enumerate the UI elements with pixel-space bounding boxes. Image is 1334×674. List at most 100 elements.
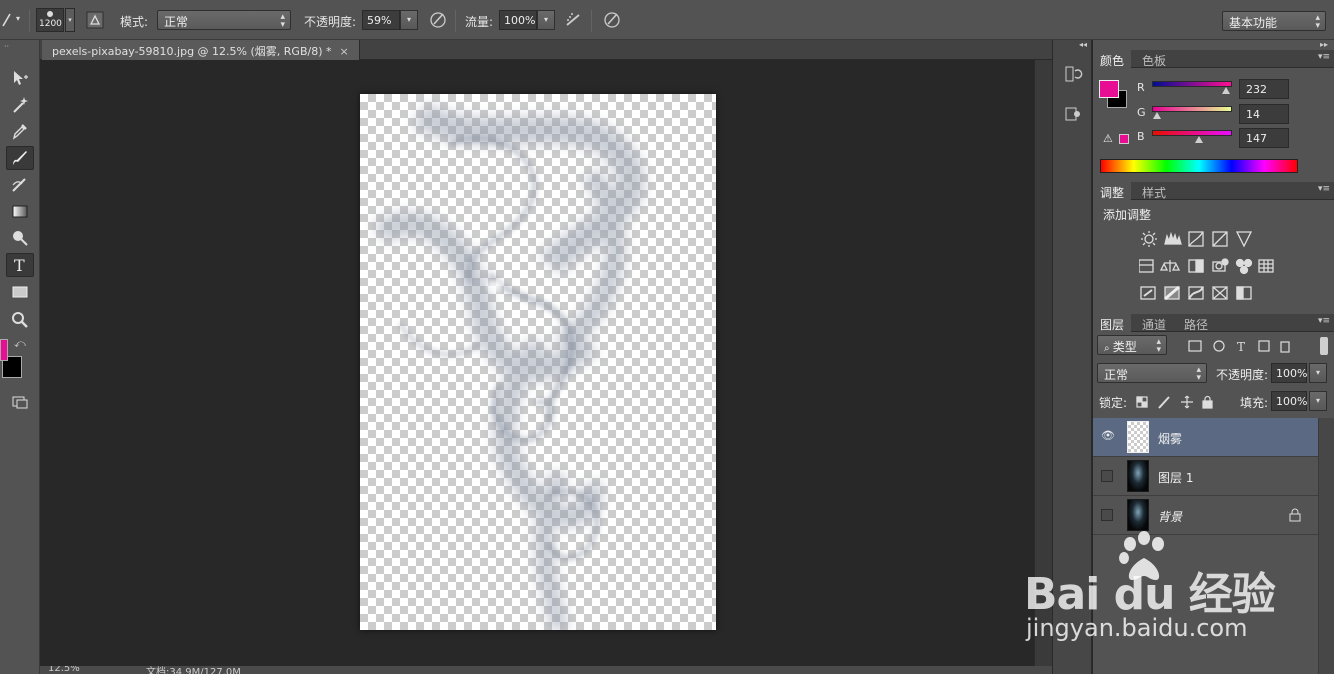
- layer-name[interactable]: 背景: [1158, 508, 1182, 525]
- brush-size-dropdown[interactable]: ▾: [65, 8, 75, 32]
- opacity-dropdown[interactable]: ▾: [400, 10, 418, 30]
- canvas-area[interactable]: [40, 60, 1034, 666]
- r-slider-thumb[interactable]: [1222, 87, 1230, 94]
- collapse-panels-icon[interactable]: ◂◂: [1079, 40, 1087, 49]
- lock-options[interactable]: [1135, 394, 1215, 410]
- filter-toggle[interactable]: [1320, 337, 1328, 355]
- lock-position-icon: [1181, 395, 1193, 409]
- color-spectrum[interactable]: [1100, 159, 1298, 173]
- workspace-select[interactable]: 基本功能 ▴ ▾: [1222, 11, 1326, 31]
- layer-row-smoke[interactable]: 👁 烟雾: [1093, 418, 1318, 457]
- visibility-toggle[interactable]: [1101, 470, 1113, 482]
- dodge-icon: [13, 231, 28, 246]
- right-panels: ▸▸ 颜色 色板 ▾≡ R 232 G 14 ⚠ B 147 调整 样式 ▾≡ …: [1093, 40, 1334, 674]
- r-slider[interactable]: [1152, 81, 1232, 87]
- pressure-opacity-icon[interactable]: [429, 11, 447, 29]
- tab-swatches[interactable]: 色板: [1135, 50, 1173, 68]
- opacity-input[interactable]: 59%: [362, 10, 400, 30]
- layer-opacity-dropdown[interactable]: ▾: [1309, 363, 1327, 383]
- fill-dropdown[interactable]: ▾: [1309, 391, 1327, 411]
- dodge-tool[interactable]: [6, 226, 34, 250]
- gamut-warning-icon[interactable]: ⚠: [1103, 132, 1113, 145]
- b-slider[interactable]: [1152, 130, 1232, 136]
- panel-dock: ◂◂: [1052, 40, 1092, 674]
- g-input[interactable]: 14: [1239, 104, 1289, 124]
- history-panel-button[interactable]: [1063, 64, 1083, 84]
- layers-scrollbar[interactable]: [1318, 418, 1334, 674]
- toolbox-collapse-icon[interactable]: ··: [4, 42, 9, 51]
- layer-thumbnail: [1127, 421, 1149, 453]
- move-tool[interactable]: [6, 66, 34, 90]
- levels-icon: [1164, 231, 1182, 245]
- panel-menu-icon[interactable]: ▾≡: [1318, 316, 1330, 326]
- g-slider[interactable]: [1152, 106, 1232, 112]
- gradient-tool[interactable]: [6, 199, 34, 223]
- color-lookup-icon: [1258, 259, 1274, 273]
- document-canvas[interactable]: [360, 94, 716, 630]
- airbrush-icon[interactable]: [565, 11, 583, 29]
- b-input[interactable]: 147: [1239, 128, 1289, 148]
- magic-wand-tool[interactable]: [6, 93, 34, 117]
- screen-mode-button[interactable]: [6, 390, 34, 414]
- r-input[interactable]: 232: [1239, 79, 1289, 99]
- layer-row-background[interactable]: 背景: [1093, 496, 1318, 535]
- properties-panel-button[interactable]: [1063, 104, 1083, 124]
- layer-name[interactable]: 烟雾: [1158, 430, 1182, 447]
- g-slider-thumb[interactable]: [1153, 112, 1161, 119]
- document-tab[interactable]: pexels-pixabay-59810.jpg @ 12.5% (烟雾, RG…: [42, 40, 360, 60]
- exposure-icon: [1212, 231, 1228, 247]
- brush-panel-toggle-icon[interactable]: [86, 11, 104, 29]
- panels-collapse-icon[interactable]: ▸▸: [1320, 40, 1328, 49]
- vibrance-icon: [1235, 231, 1253, 248]
- tab-paths[interactable]: 路径: [1177, 314, 1215, 332]
- history-brush-tool[interactable]: [6, 173, 34, 197]
- search-icon: ⌕: [1104, 343, 1113, 354]
- lock-transparency-icon: [1136, 396, 1148, 408]
- swap-colors-icon[interactable]: ⤺: [14, 337, 26, 351]
- layer-filter-select[interactable]: ⌕ 类型 ▴ ▾: [1097, 335, 1167, 355]
- flow-dropdown[interactable]: ▾: [537, 10, 555, 30]
- layer-filter-icons[interactable]: T: [1187, 338, 1303, 354]
- tab-styles[interactable]: 样式: [1135, 182, 1173, 200]
- layer-filter-value: 类型: [1112, 340, 1137, 354]
- vertical-scrollbar[interactable]: [1034, 60, 1052, 666]
- history-icon: [1065, 66, 1083, 82]
- layer-row-layer1[interactable]: 图层 1: [1093, 457, 1318, 496]
- tab-adjustments[interactable]: 调整: [1093, 182, 1132, 200]
- layer-opacity-input[interactable]: 100%: [1271, 363, 1307, 383]
- panel-menu-icon[interactable]: ▾≡: [1318, 184, 1330, 194]
- panel-fg-swatch[interactable]: [1099, 80, 1119, 98]
- color-balance-icon: [1159, 260, 1181, 272]
- brightness-icon: [1141, 231, 1157, 247]
- brush-size-picker[interactable]: 1200: [36, 8, 64, 32]
- blend-mode-select[interactable]: 正常 ▴ ▾: [1097, 363, 1207, 383]
- visibility-eye-icon[interactable]: 👁: [1101, 429, 1115, 442]
- b-slider-thumb[interactable]: [1195, 136, 1203, 143]
- pressure-size-icon[interactable]: [603, 11, 621, 29]
- zoom-tool[interactable]: [6, 308, 34, 332]
- layer-name[interactable]: 图层 1: [1158, 469, 1193, 486]
- type-tool[interactable]: T: [6, 253, 34, 277]
- rectangle-icon: [12, 286, 28, 298]
- panel-menu-icon[interactable]: ▾≡: [1318, 52, 1330, 62]
- close-tab-icon[interactable]: ×: [340, 45, 349, 58]
- web-color-swatch[interactable]: [1119, 134, 1129, 144]
- tab-layers[interactable]: 图层: [1093, 314, 1132, 332]
- mode-label: 模式:: [120, 15, 149, 29]
- doc-info[interactable]: 文档:34.9M/127.0M: [146, 666, 241, 674]
- foreground-color-swatch[interactable]: [0, 339, 8, 361]
- brush-size-value: 1200: [39, 19, 62, 29]
- tool-preset-dropdown[interactable]: ▾: [16, 14, 20, 23]
- mode-select[interactable]: 正常 ▴ ▾: [157, 10, 291, 30]
- brush-tool-icon[interactable]: [0, 10, 16, 30]
- eyedropper-tool[interactable]: [6, 119, 34, 143]
- brush-tool[interactable]: [6, 146, 34, 170]
- zoom-level[interactable]: 12.5%: [48, 666, 80, 674]
- tab-channels[interactable]: 通道: [1135, 314, 1173, 332]
- visibility-toggle[interactable]: [1101, 509, 1113, 521]
- adjustment-layer-filter-icon: [1213, 340, 1225, 352]
- flow-input[interactable]: 100%: [499, 10, 537, 30]
- rectangle-tool[interactable]: [6, 280, 34, 304]
- fill-input[interactable]: 100%: [1271, 391, 1307, 411]
- tab-color[interactable]: 颜色: [1093, 50, 1132, 68]
